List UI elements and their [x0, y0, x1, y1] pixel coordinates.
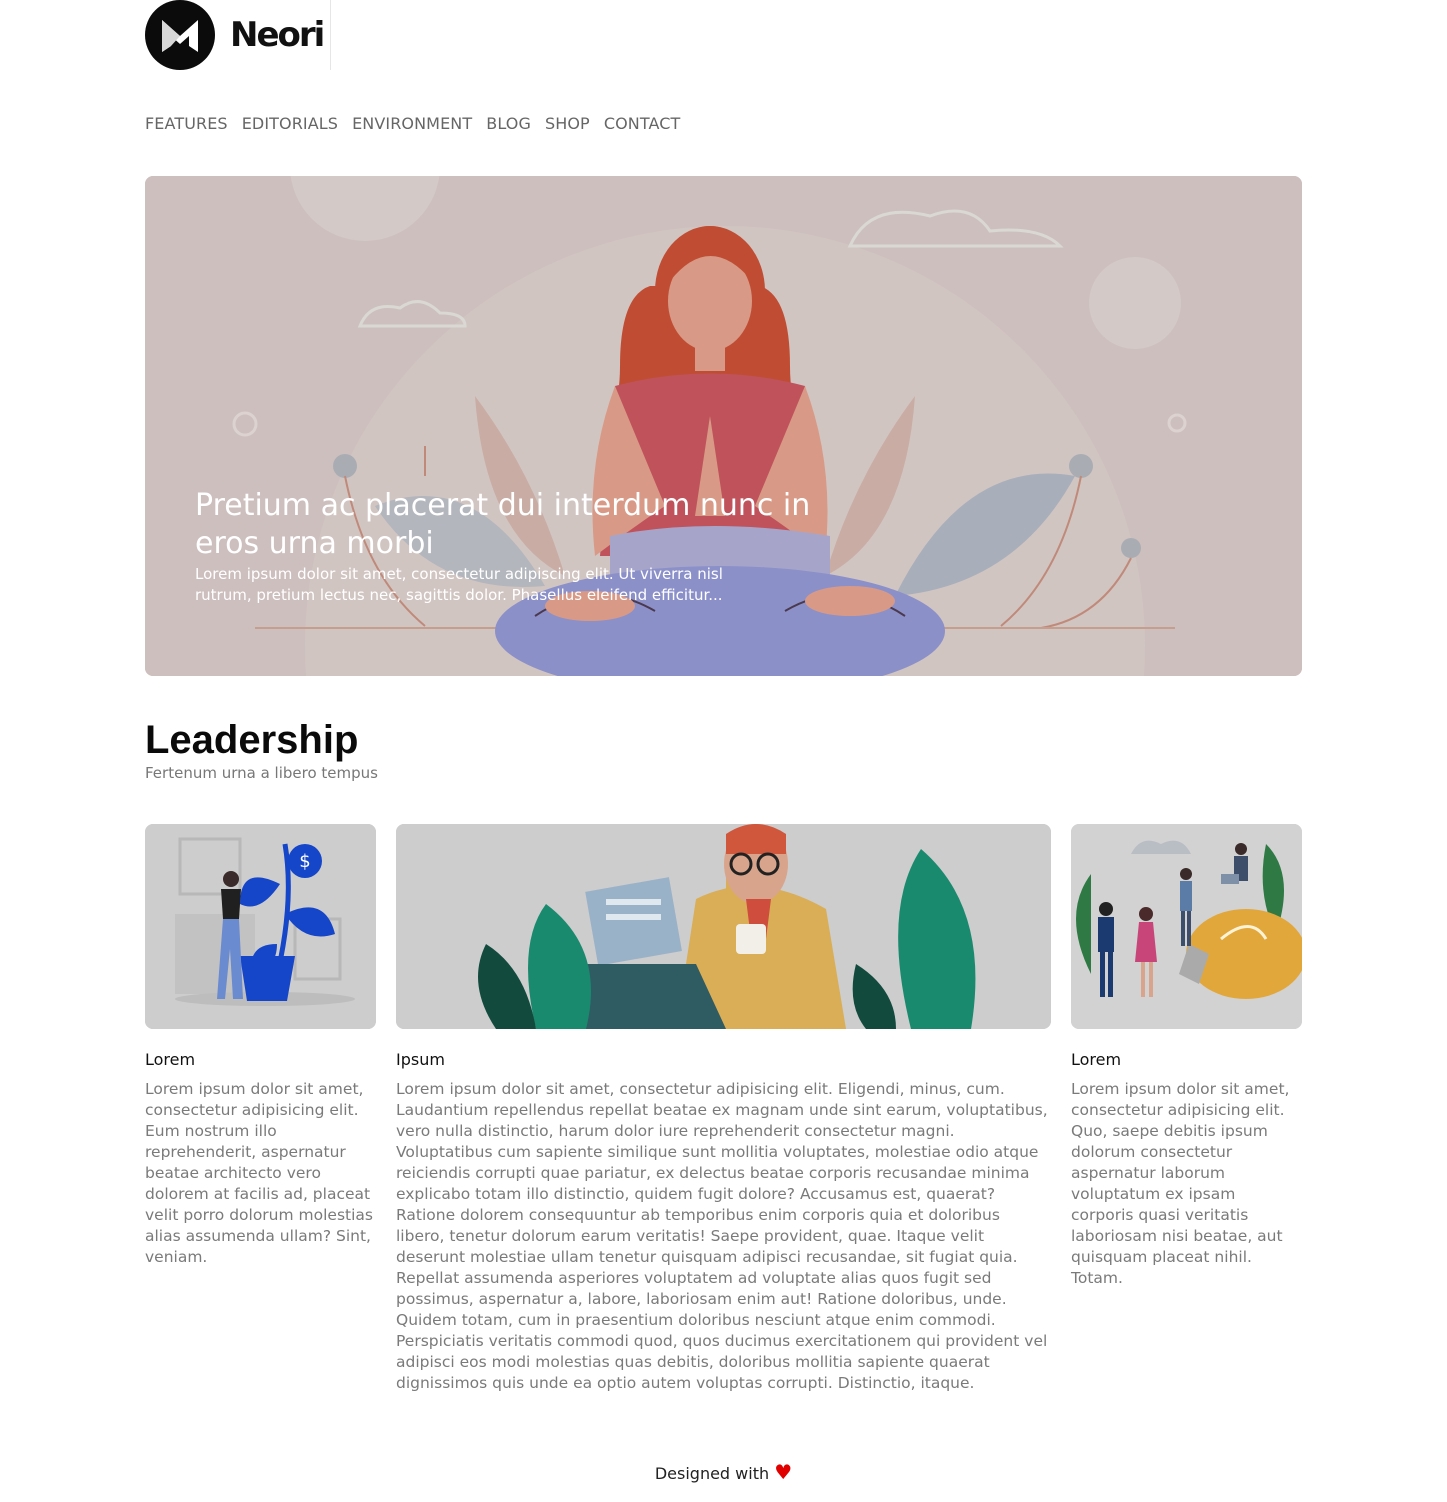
- header-divider: [330, 0, 331, 70]
- nav-item-environment[interactable]: ENVIRONMENT: [352, 114, 472, 133]
- team-lightbulb-idea-illustration: [1071, 824, 1302, 1029]
- card-title[interactable]: Lorem: [145, 1050, 376, 1069]
- article-card[interactable]: Ipsum Lorem ipsum dolor sit amet, consec…: [396, 824, 1051, 1394]
- card-title[interactable]: Ipsum: [396, 1050, 1051, 1069]
- section-title: Leadership: [145, 718, 359, 762]
- woman-watering-money-plant-illustration: $: [145, 824, 376, 1029]
- nav-item-features[interactable]: FEATURES: [145, 114, 228, 133]
- neori-logo-icon: [145, 0, 215, 70]
- card-text: Lorem ipsum dolor sit amet, consectetur …: [396, 1080, 1048, 1392]
- nav-item-blog[interactable]: BLOG: [486, 114, 531, 133]
- footer-text: Designed with: [654, 1464, 770, 1483]
- nav-item-contact[interactable]: CONTACT: [604, 114, 681, 133]
- nav-item-editorials[interactable]: EDITORIALS: [242, 114, 338, 133]
- hero-banner[interactable]: Pretium ac placerat dui interdum nunc in…: [145, 176, 1302, 676]
- svg-text:$: $: [299, 851, 310, 872]
- hero-title[interactable]: Pretium ac placerat dui interdum nunc in…: [195, 487, 815, 563]
- card-image[interactable]: [396, 824, 1051, 1029]
- card-title[interactable]: Lorem: [1071, 1050, 1302, 1069]
- card-text: Lorem ipsum dolor sit amet, consectetur …: [1071, 1080, 1290, 1287]
- section-subtitle: Fertenum urna a libero tempus: [145, 764, 378, 782]
- article-card[interactable]: $ Lorem Lorem ipsum dolor sit amet, cons…: [145, 824, 376, 1268]
- article-card[interactable]: Lorem Lorem ipsum dolor sit amet, consec…: [1071, 824, 1302, 1289]
- brand-name: Neori: [230, 15, 325, 55]
- card-image[interactable]: $: [145, 824, 376, 1029]
- heart-icon: ♥: [774, 1460, 793, 1484]
- brand[interactable]: Neori: [145, 0, 325, 70]
- nav-item-shop[interactable]: SHOP: [545, 114, 590, 133]
- man-drinking-coffee-laptop-illustration: [396, 824, 1051, 1029]
- main-nav: FEATURES EDITORIALS ENVIRONMENT BLOG SHO…: [145, 114, 680, 133]
- footer: Designed with ♥: [0, 1460, 1447, 1484]
- card-text: Lorem ipsum dolor sit amet, consectetur …: [145, 1080, 373, 1266]
- card-image[interactable]: [1071, 824, 1302, 1029]
- hero-description: Lorem ipsum dolor sit amet, consectetur …: [195, 565, 723, 604]
